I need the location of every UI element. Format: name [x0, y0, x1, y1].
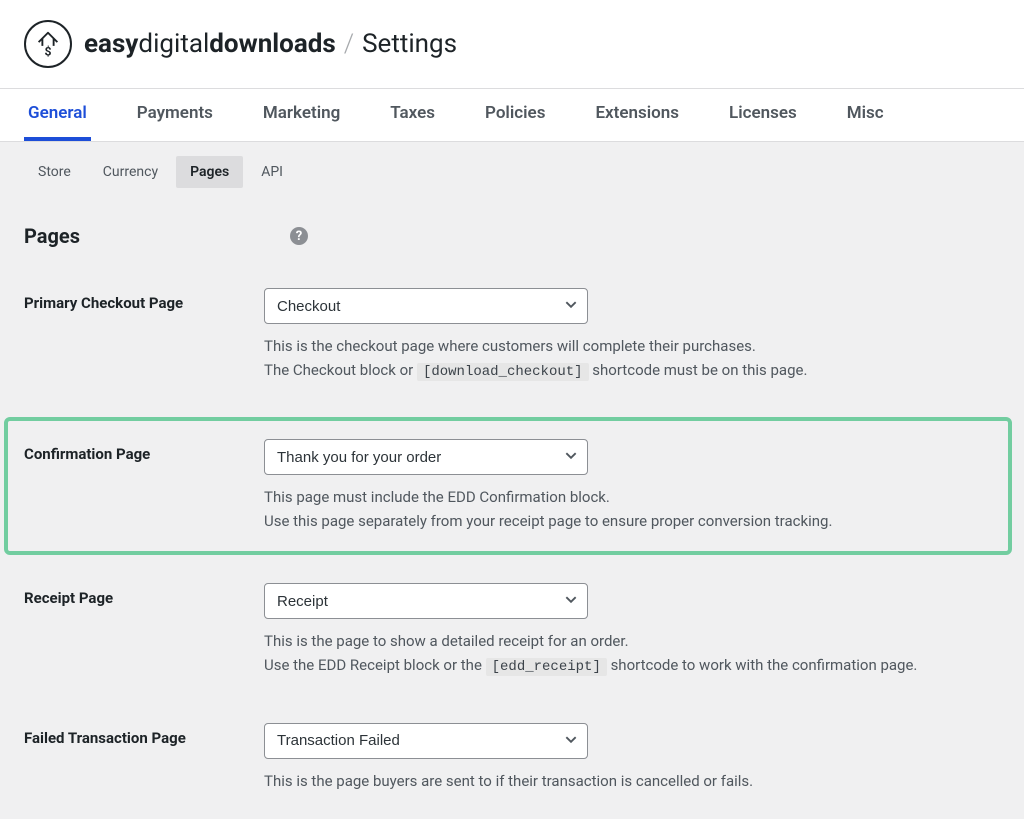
desc-primary-checkout: This is the checkout page where customer…: [264, 334, 1000, 383]
select-receipt[interactable]: [264, 583, 588, 619]
field-confirmation: Confirmation Page This page must include…: [4, 417, 1012, 555]
field-primary-checkout: Primary Checkout Page This is the checko…: [24, 284, 1000, 387]
tab-misc[interactable]: Misc: [843, 89, 888, 141]
tab-marketing[interactable]: Marketing: [259, 89, 344, 141]
page-header: $ easydigitaldownloads / Settings: [0, 0, 1024, 89]
desc-receipt: This is the page to show a detailed rece…: [264, 629, 1000, 678]
desc-failed-transaction: This is the page buyers are sent to if t…: [264, 769, 1000, 793]
page-title: Settings: [362, 29, 457, 59]
brand-logo-icon: $: [24, 20, 72, 68]
field-failed-transaction: Failed Transaction Page This is the page…: [24, 719, 1000, 797]
label-failed-transaction: Failed Transaction Page: [24, 723, 264, 747]
label-primary-checkout: Primary Checkout Page: [24, 288, 264, 312]
tab-taxes[interactable]: Taxes: [386, 89, 439, 141]
sub-tabs: Store Currency Pages API: [0, 142, 1024, 188]
brand-downloads: downloads: [209, 29, 335, 59]
tab-extensions[interactable]: Extensions: [591, 89, 683, 141]
label-receipt: Receipt Page: [24, 583, 264, 607]
header-title: easydigitaldownloads / Settings: [84, 29, 457, 59]
brand-easy: easy: [84, 29, 138, 59]
subtab-store[interactable]: Store: [24, 156, 85, 188]
desc-confirmation: This page must include the EDD Confirmat…: [264, 485, 1000, 533]
select-confirmation[interactable]: [264, 439, 588, 475]
title-separator: /: [344, 29, 354, 59]
select-failed-transaction[interactable]: [264, 723, 588, 759]
settings-content: Pages ? Primary Checkout Page This is th…: [0, 188, 1024, 819]
select-primary-checkout[interactable]: [264, 288, 588, 324]
label-confirmation: Confirmation Page: [24, 439, 264, 463]
field-receipt: Receipt Page This is the page to show a …: [24, 579, 1000, 682]
svg-text:$: $: [45, 44, 52, 58]
tab-licenses[interactable]: Licenses: [725, 89, 801, 141]
subtab-api[interactable]: API: [247, 156, 297, 188]
subtab-currency[interactable]: Currency: [89, 156, 172, 188]
shortcode-download-checkout: [download_checkout]: [417, 363, 589, 381]
brand-digital: digital: [138, 29, 209, 59]
tab-general[interactable]: General: [24, 89, 91, 141]
main-tabs: General Payments Marketing Taxes Policie…: [0, 89, 1024, 142]
section-title: Pages: [24, 224, 80, 248]
tab-payments[interactable]: Payments: [133, 89, 217, 141]
shortcode-edd-receipt: [edd_receipt]: [486, 658, 607, 676]
subtab-pages[interactable]: Pages: [176, 156, 243, 188]
tab-policies[interactable]: Policies: [481, 89, 549, 141]
section-header: Pages ?: [24, 224, 1000, 248]
help-icon[interactable]: ?: [290, 227, 308, 245]
